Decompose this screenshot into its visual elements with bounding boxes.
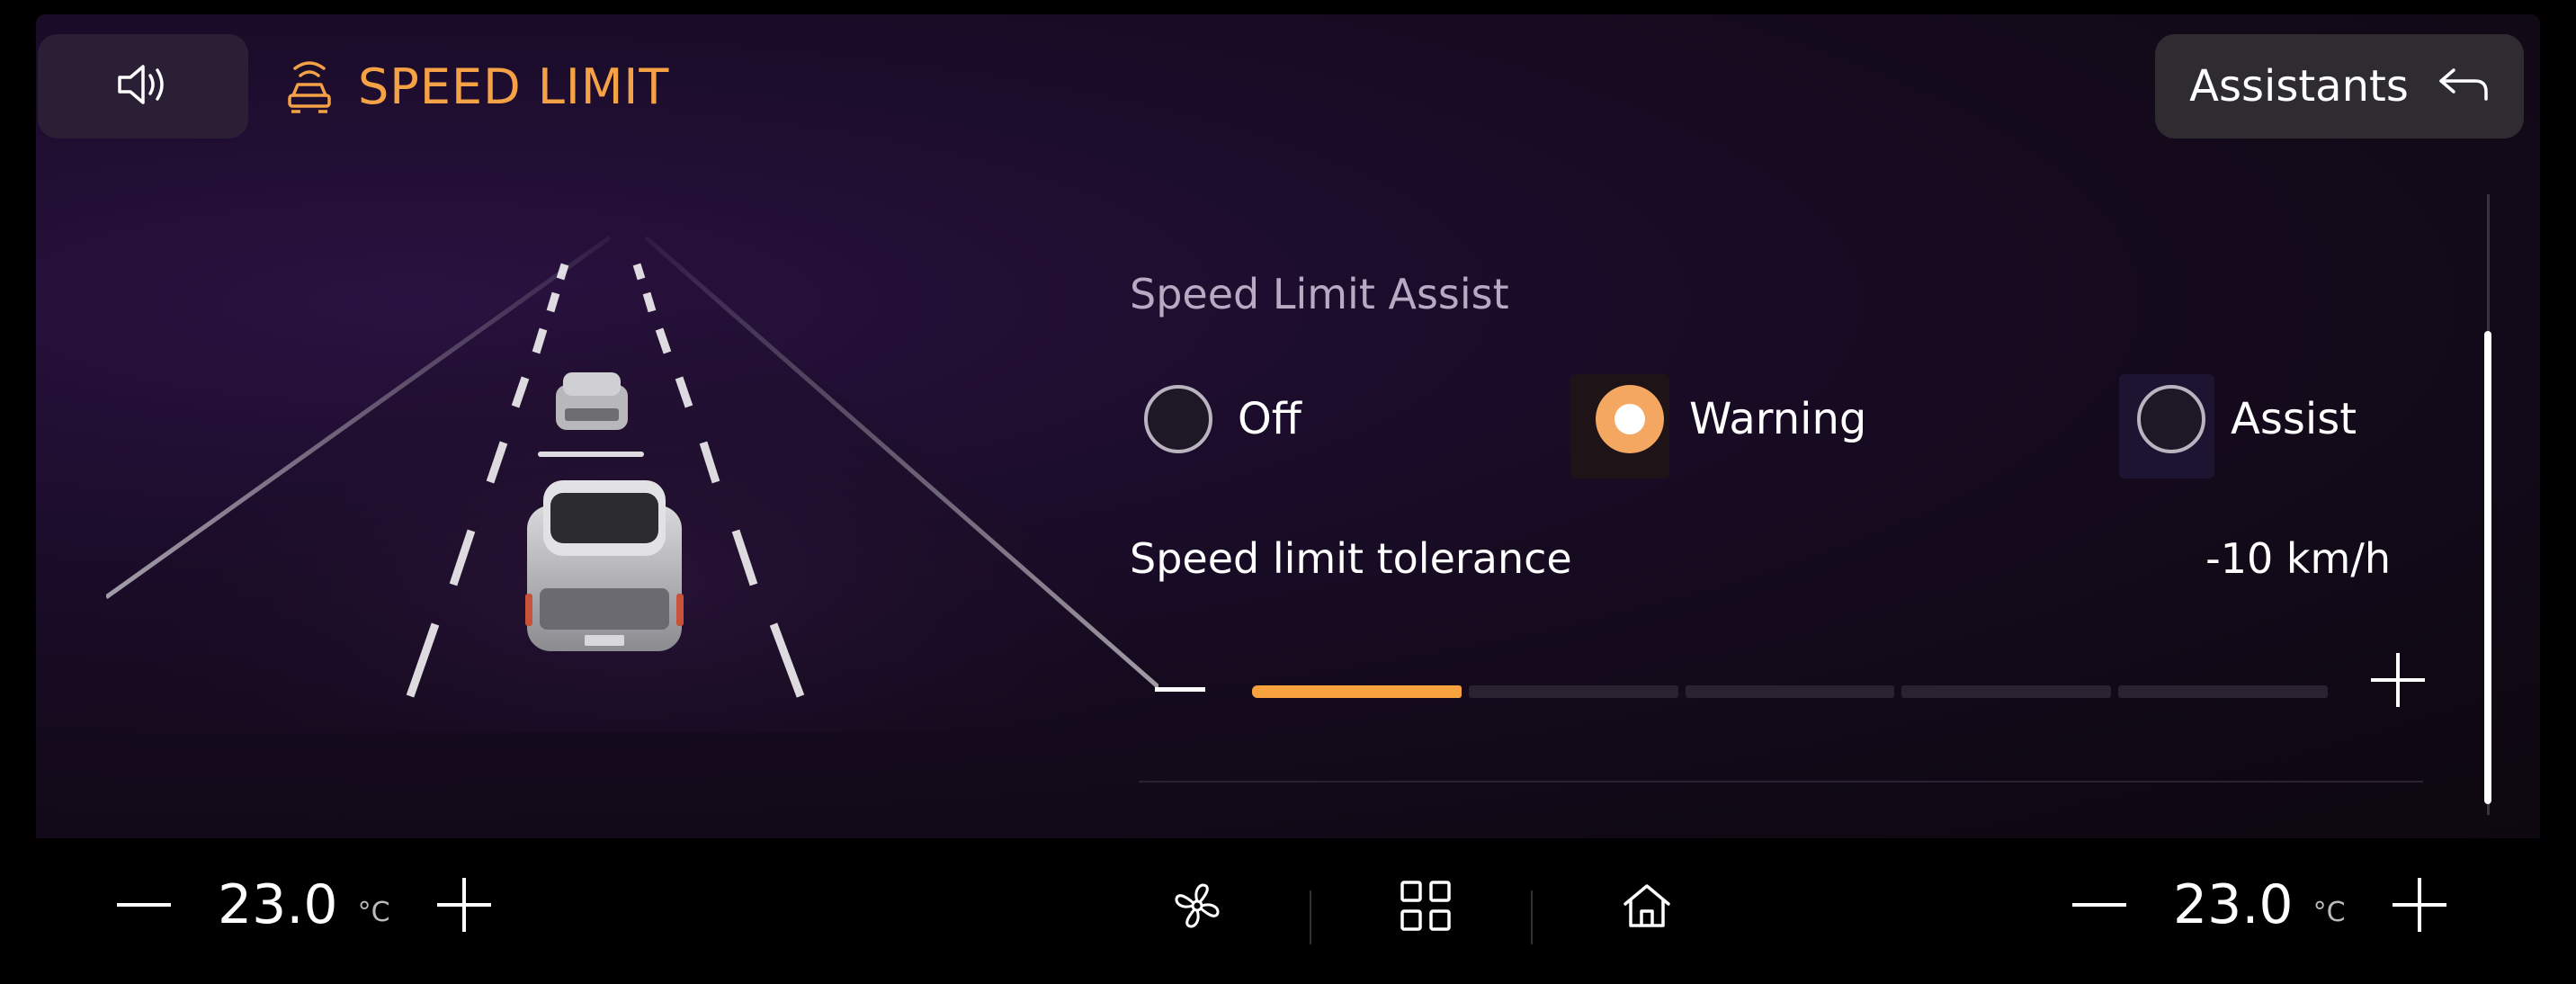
tolerance-slider-segment — [2118, 685, 2328, 698]
radio-assist[interactable] — [2137, 385, 2205, 453]
assistants-back-label: Assistants — [2189, 61, 2409, 112]
infotainment-screen: SPEED LIMIT Assistants Speed Limit Assis… — [36, 14, 2540, 971]
tolerance-increase-button[interactable] — [2371, 653, 2425, 707]
tolerance-slider-segment — [1252, 685, 1462, 698]
volume-button[interactable] — [38, 34, 248, 139]
car-radar-icon — [284, 56, 335, 117]
speaker-icon — [114, 59, 172, 113]
divider — [1139, 781, 2423, 783]
radio-warning[interactable] — [1596, 385, 1664, 453]
ego-car — [525, 480, 684, 651]
page-title: SPEED LIMIT — [358, 58, 670, 115]
left-temp-increase-button[interactable] — [436, 878, 491, 932]
fan-icon[interactable] — [1166, 874, 1229, 937]
radio-off[interactable] — [1144, 385, 1212, 453]
lead-car — [556, 372, 628, 430]
tolerance-label: Speed limit tolerance — [1130, 534, 1572, 583]
left-climate: 23.0 °C — [117, 838, 491, 971]
speed-limit-assist-title: Speed Limit Assist — [1130, 270, 1509, 318]
tolerance-slider[interactable] — [1252, 685, 2328, 698]
left-temp-unit: °C — [357, 896, 390, 928]
right-climate: 23.0 °C — [2072, 838, 2446, 971]
separator — [1310, 890, 1311, 944]
tolerance-slider-segment — [1685, 685, 1895, 698]
option-warning[interactable]: Warning — [1596, 385, 1866, 453]
left-temp-value: 23.0 — [218, 873, 338, 936]
main-panel: SPEED LIMIT Assistants Speed Limit Assis… — [36, 14, 2540, 838]
right-temp-display: 23.0 °C — [2173, 873, 2346, 936]
option-off-label: Off — [1238, 394, 1301, 444]
page-header: SPEED LIMIT — [284, 56, 669, 117]
left-temp-display: 23.0 °C — [218, 873, 390, 936]
option-assist-label: Assist — [2231, 394, 2357, 444]
scrollbar-thumb[interactable] — [2484, 331, 2491, 804]
road-illustration — [106, 228, 1158, 732]
radio-dot — [1614, 404, 1645, 434]
grid-icon[interactable] — [1394, 874, 1457, 937]
right-temp-value: 23.0 — [2173, 873, 2294, 936]
option-off[interactable]: Off — [1144, 385, 1301, 453]
option-assist[interactable]: Assist — [2137, 385, 2357, 453]
assistants-back-button[interactable]: Assistants — [2155, 34, 2524, 139]
home-icon[interactable] — [1615, 874, 1678, 937]
option-warning-label: Warning — [1689, 394, 1867, 444]
back-arrow-icon — [2436, 65, 2490, 108]
tolerance-slider-segment — [1468, 685, 1678, 698]
right-temp-increase-button[interactable] — [2392, 878, 2446, 932]
left-temp-decrease-button[interactable] — [117, 903, 171, 907]
right-temp-unit: °C — [2312, 896, 2346, 928]
tolerance-decrease-button[interactable] — [1155, 687, 1205, 692]
climate-bar: 23.0 °C 23.0 °C — [36, 838, 2540, 971]
separator — [1531, 890, 1533, 944]
tolerance-slider-segment — [1901, 685, 2112, 698]
tolerance-value: -10 km/h — [2205, 534, 2391, 583]
right-temp-decrease-button[interactable] — [2072, 903, 2126, 907]
